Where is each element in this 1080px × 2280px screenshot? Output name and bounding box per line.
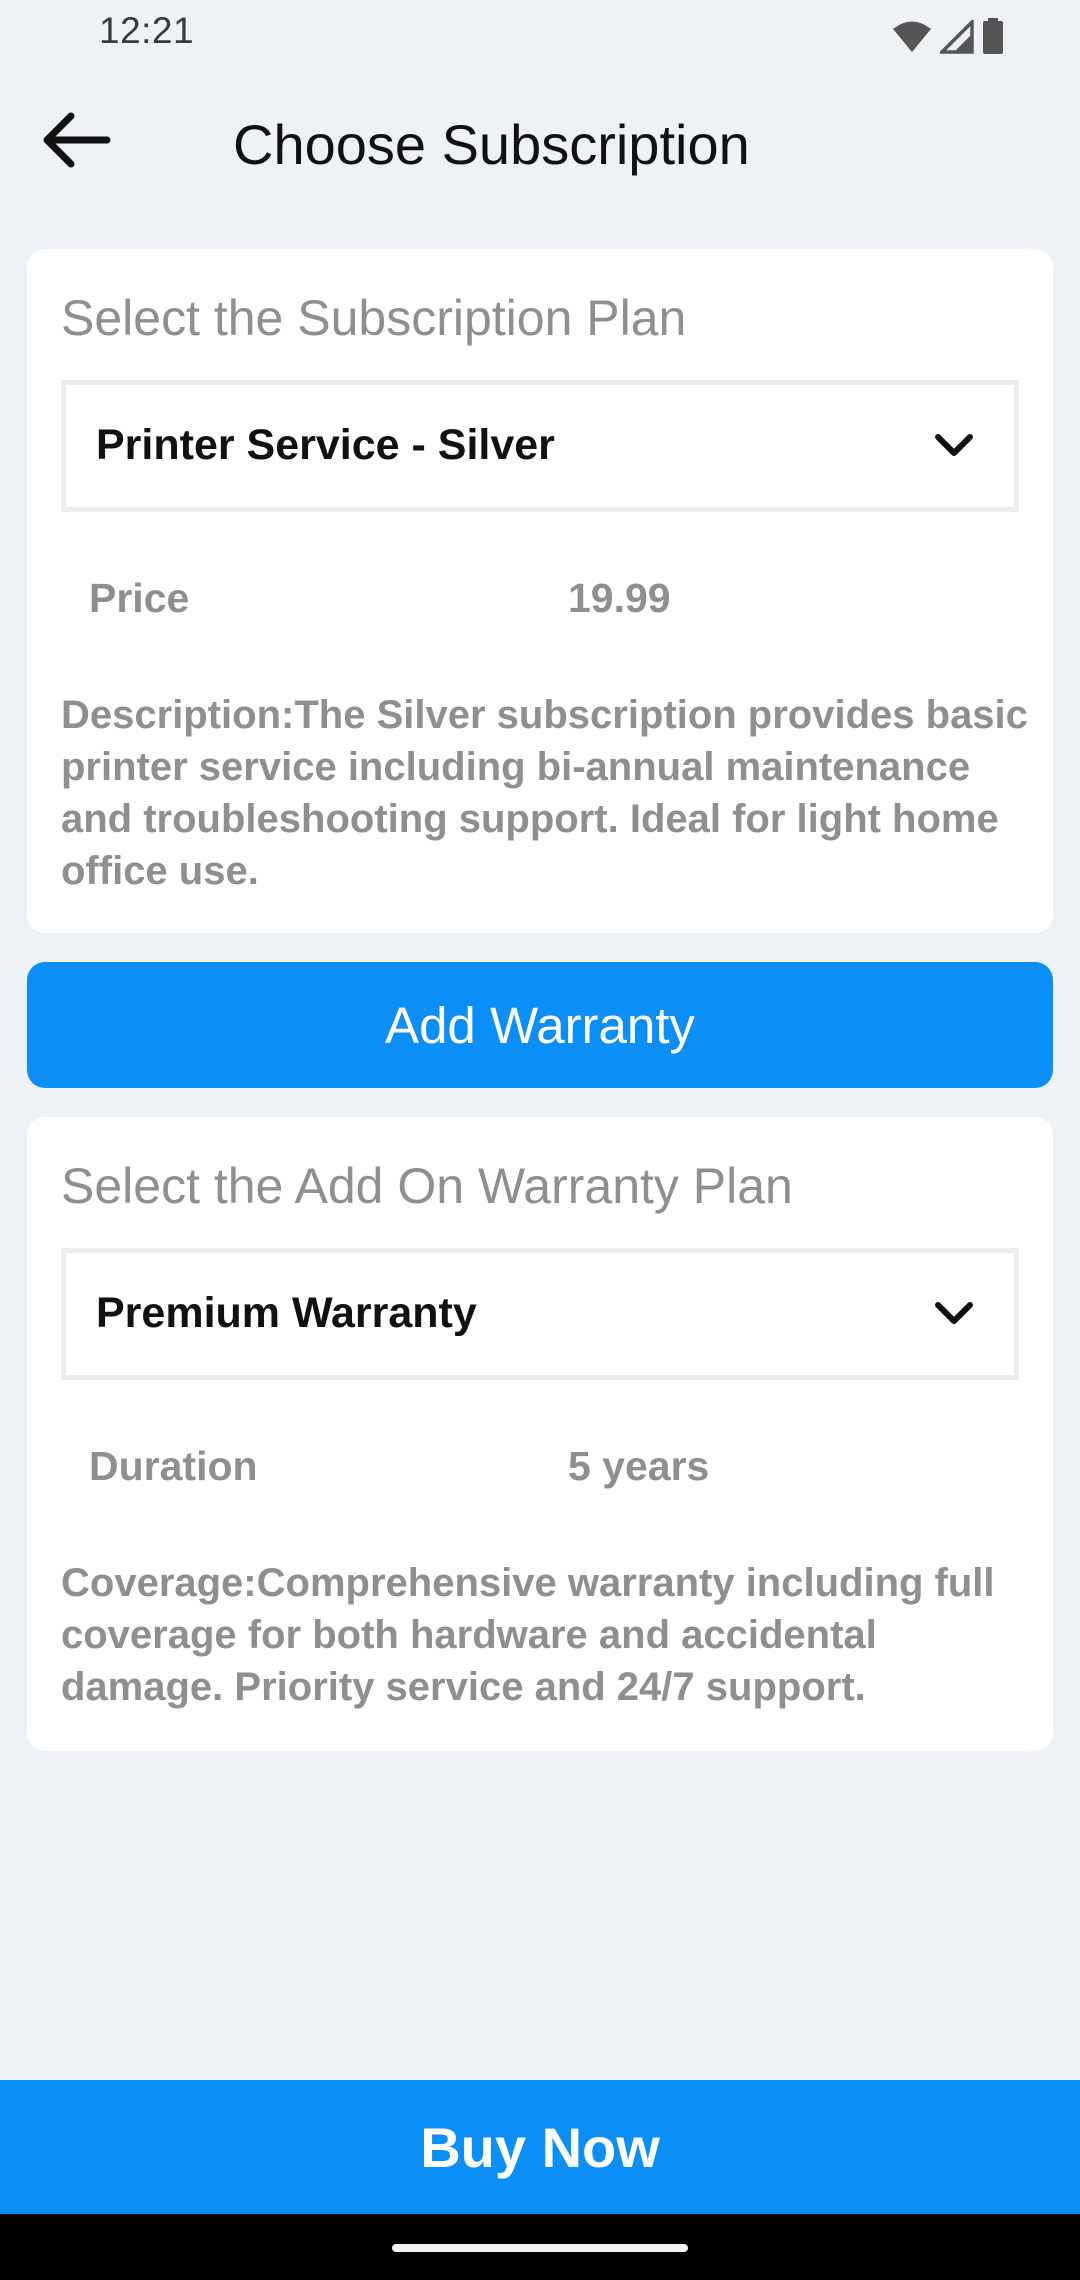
choose-subscription-screen: 12:21 Choose Subscription Select the Sub… bbox=[0, 0, 1080, 2280]
subscription-description: Description:The Silver subscription prov… bbox=[61, 693, 1028, 893]
warranty-card: Select the Add On Warranty Plan Premium … bbox=[27, 1117, 1053, 1751]
back-button[interactable] bbox=[30, 102, 120, 182]
price-label: Price bbox=[89, 575, 190, 621]
navigation-bar bbox=[0, 2214, 1080, 2280]
add-warranty-button[interactable]: Add Warranty bbox=[27, 962, 1053, 1088]
subscription-card: Select the Subscription Plan Printer Ser… bbox=[27, 249, 1053, 933]
buy-now-button[interactable]: Buy Now bbox=[0, 2080, 1080, 2214]
home-indicator[interactable] bbox=[392, 2244, 688, 2252]
warranty-coverage: Coverage:Comprehensive warranty includin… bbox=[61, 1561, 995, 1709]
chevron-down-icon bbox=[932, 429, 976, 461]
battery-icon bbox=[982, 18, 1004, 54]
app-bar: Choose Subscription bbox=[0, 66, 1080, 226]
wifi-icon bbox=[892, 20, 932, 54]
arrow-left-icon bbox=[39, 110, 111, 175]
price-value: 19.99 bbox=[568, 575, 671, 621]
warranty-plan-dropdown[interactable]: Premium Warranty bbox=[61, 1248, 1019, 1380]
warranty-plan-value: Premium Warranty bbox=[96, 1289, 477, 1337]
subscription-plan-value: Printer Service - Silver bbox=[96, 421, 555, 469]
warranty-heading: Select the Add On Warranty Plan bbox=[61, 1158, 793, 1214]
status-time: 12:21 bbox=[99, 10, 195, 51]
subscription-heading: Select the Subscription Plan bbox=[61, 290, 687, 346]
status-icons bbox=[892, 14, 1004, 54]
duration-label: Duration bbox=[89, 1443, 258, 1489]
status-bar: 12:21 bbox=[0, 0, 1080, 66]
page-title: Choose Subscription bbox=[233, 113, 750, 176]
duration-value: 5 years bbox=[568, 1443, 710, 1489]
signal-icon bbox=[940, 20, 974, 54]
subscription-plan-dropdown[interactable]: Printer Service - Silver bbox=[61, 380, 1019, 512]
chevron-down-icon bbox=[932, 1297, 976, 1329]
